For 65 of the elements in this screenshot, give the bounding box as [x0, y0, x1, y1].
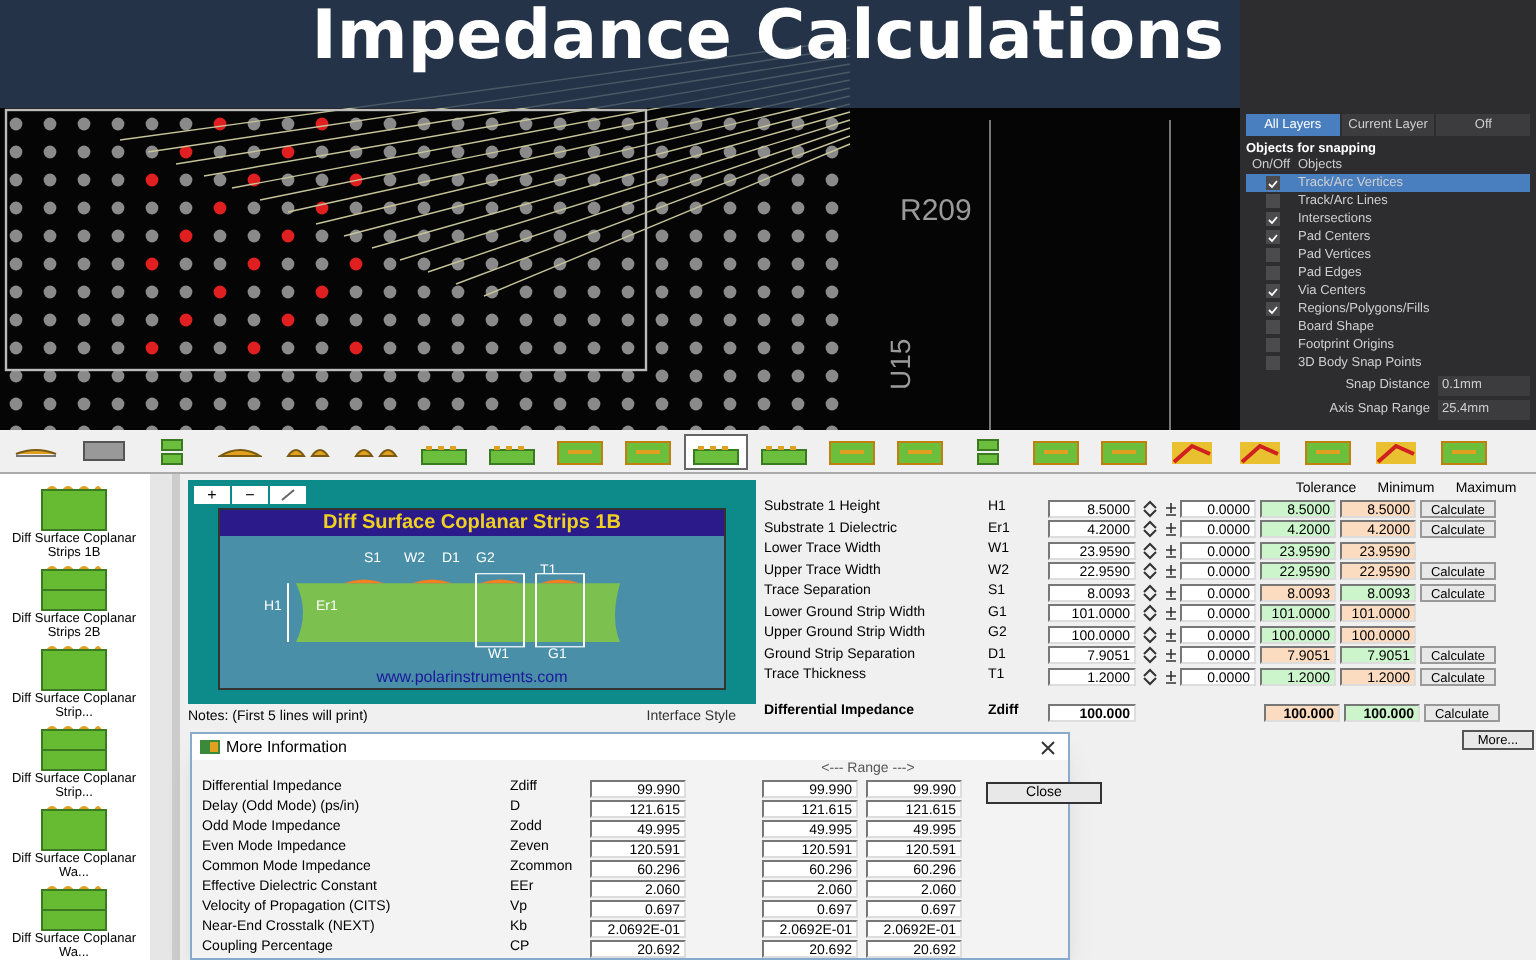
checkbox[interactable]: [1265, 176, 1279, 190]
component-label: R209: [900, 194, 972, 228]
checkbox[interactable]: [1265, 356, 1279, 370]
spinner-icon[interactable]: [1140, 646, 1160, 665]
chart-tool-icon: [1236, 437, 1284, 465]
checkbox[interactable]: [1265, 212, 1279, 226]
wand-button[interactable]: [270, 486, 306, 504]
plus-minus-icon: [1164, 585, 1176, 600]
checkbox[interactable]: [1265, 338, 1279, 352]
plus-minus-icon: [1164, 606, 1176, 621]
plus-minus-icon: [1164, 627, 1176, 642]
close-icon[interactable]: [1036, 739, 1060, 755]
structure-icon: [38, 880, 110, 932]
app-icon: [200, 740, 220, 754]
zoom-button[interactable]: +: [194, 486, 230, 504]
embedded-structure-icon: [556, 437, 604, 465]
plus-minus-icon: [1164, 543, 1176, 558]
block-icon: [82, 440, 126, 462]
trace-pair-icon: [286, 444, 330, 458]
wand-icon: [280, 488, 296, 502]
trace-icon: [218, 444, 262, 458]
trace-pair-icon: [354, 444, 398, 458]
structure-icon: [38, 560, 110, 612]
embedded-structure-icon: [1440, 437, 1488, 465]
chart-tool-icon: [1372, 437, 1420, 465]
plus-minus-icon: [1164, 564, 1176, 579]
spinner-icon[interactable]: [1140, 625, 1160, 644]
spinner-icon[interactable]: [1140, 520, 1160, 539]
scrollbar[interactable]: [150, 474, 172, 960]
structure-icon: [38, 640, 110, 692]
plus-minus-icon: [1164, 648, 1176, 663]
embedded-structure-icon: [624, 437, 672, 465]
plus-minus-icon: [1164, 522, 1176, 537]
website-url: www.polarinstruments.com: [376, 668, 568, 688]
spinner-icon[interactable]: [1140, 667, 1160, 686]
banner-title: Impedance Calculations: [311, 0, 1224, 72]
structure-icon: [38, 720, 110, 772]
checkbox[interactable]: [1265, 248, 1279, 262]
embedded-structure-icon: [828, 437, 876, 465]
embedded-structure-icon: [1100, 437, 1148, 465]
checkbox[interactable]: [1265, 302, 1279, 316]
spinner-icon[interactable]: [1140, 541, 1160, 560]
plus-minus-icon: [1164, 669, 1176, 684]
spinner-icon[interactable]: [1140, 604, 1160, 623]
checkbox[interactable]: [1265, 230, 1279, 244]
plus-minus-icon: [1164, 501, 1176, 516]
structure-button[interactable]: [684, 433, 748, 469]
dialog-title: More Information: [226, 735, 347, 759]
embedded-structure-icon: [896, 437, 944, 465]
spinner-icon[interactable]: [1140, 583, 1160, 602]
structure-icon: [38, 480, 110, 532]
checkbox[interactable]: [1265, 194, 1279, 208]
surface-strip-icon: [14, 444, 58, 458]
checkbox[interactable]: [1265, 320, 1279, 334]
embedded-structure-icon: [1304, 437, 1352, 465]
checkbox[interactable]: [1265, 266, 1279, 280]
component-label: U15: [884, 338, 916, 390]
chart-tool-icon: [1168, 437, 1216, 465]
structure-icon: [38, 800, 110, 852]
diagram-title: Diff Surface Coplanar Strips 1B: [220, 510, 724, 536]
zoom-button[interactable]: −: [232, 486, 268, 504]
checkbox[interactable]: [1265, 284, 1279, 298]
embedded-structure-icon: [1032, 437, 1080, 465]
spinner-icon[interactable]: [1140, 562, 1160, 581]
spinner-icon[interactable]: [1140, 499, 1160, 518]
